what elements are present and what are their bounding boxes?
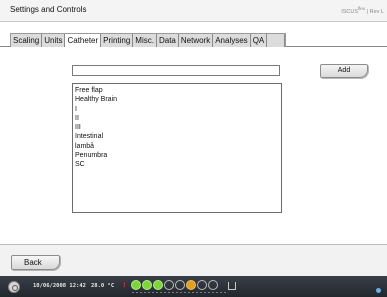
title-bar: Settings and Controls ISCUSflex | Rev L bbox=[0, 0, 387, 22]
window-title: Settings and Controls bbox=[10, 5, 87, 14]
channel-indicator-icon bbox=[153, 280, 163, 290]
catheter-panel: Add Free flap Healthy Brain I II III Intestin… bbox=[0, 47, 387, 244]
list-item[interactable]: Free flap bbox=[75, 86, 279, 95]
power-icon[interactable] bbox=[8, 281, 20, 293]
tab-data[interactable]: Data bbox=[157, 34, 179, 47]
back-button[interactable]: Back bbox=[11, 255, 60, 270]
tab-catheter[interactable]: Catheter bbox=[65, 34, 102, 48]
tab-units[interactable]: Units bbox=[42, 34, 66, 47]
tab-empty bbox=[267, 34, 286, 47]
date-time: 10/06/2008 12:42 bbox=[33, 283, 86, 289]
list-item[interactable]: Healthy Brain bbox=[75, 95, 279, 104]
settings-window: Settings and Controls ISCUSflex | Rev L … bbox=[0, 0, 387, 276]
tab-bar: Scaling Units Catheter Printing Misc. Data Net… bbox=[0, 33, 387, 48]
channel-indicator-icon bbox=[208, 280, 218, 290]
tab-scaling[interactable]: Scaling bbox=[11, 34, 43, 47]
catheter-list[interactable]: Free flap Healthy Brain I II III Intestinal la… bbox=[72, 83, 282, 213]
list-item[interactable]: Penumbra bbox=[75, 151, 279, 160]
tab-qa[interactable]: QA bbox=[251, 34, 268, 47]
channel-indicator-icon bbox=[131, 280, 141, 290]
list-item[interactable]: lambå bbox=[75, 142, 279, 151]
tab-network[interactable]: Network bbox=[179, 34, 214, 47]
list-item[interactable]: II bbox=[75, 114, 279, 123]
tab-analyses[interactable]: Analyses bbox=[213, 34, 251, 47]
list-item[interactable]: I bbox=[75, 105, 279, 114]
usb-icon bbox=[228, 282, 236, 290]
channel-indicator-icon bbox=[186, 280, 196, 290]
brand-name: ISCUS bbox=[341, 8, 359, 15]
network-icon bbox=[376, 288, 381, 293]
channel-indicator-icon bbox=[142, 280, 152, 290]
sample-dots bbox=[131, 291, 226, 294]
footer-bar: Back bbox=[0, 244, 387, 276]
catheter-name-input[interactable] bbox=[72, 65, 280, 76]
tab-misc[interactable]: Misc. bbox=[133, 34, 157, 47]
alert-icon: ! bbox=[123, 282, 126, 289]
list-item[interactable]: III bbox=[75, 123, 279, 132]
brand-suffix: | Rev L bbox=[365, 8, 384, 15]
tab-printing[interactable]: Printing bbox=[101, 34, 134, 47]
channel-indicator-icon bbox=[164, 280, 174, 290]
channel-indicator-icon bbox=[197, 280, 207, 290]
list-item[interactable]: SC bbox=[75, 160, 279, 169]
temperature-readout: 28.0 °C bbox=[91, 283, 115, 289]
brand-logo: ISCUSflex | Rev L bbox=[341, 6, 384, 15]
status-bar: 10/06/2008 12:42 28.0 °C ! bbox=[0, 276, 387, 297]
add-button[interactable]: Add bbox=[320, 64, 368, 78]
tab-list: Scaling Units Catheter Printing Misc. Data Net… bbox=[10, 33, 287, 48]
list-item[interactable]: Intestinal bbox=[75, 132, 279, 141]
channel-indicator-icon bbox=[175, 280, 185, 290]
